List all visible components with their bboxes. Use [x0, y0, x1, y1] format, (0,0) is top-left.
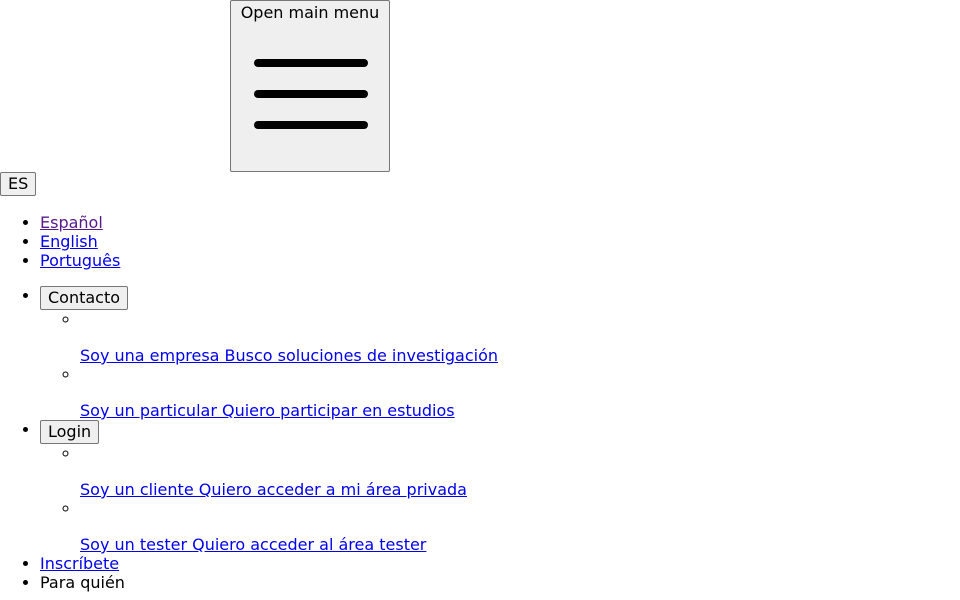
menu-button-label: Open main menu [240, 3, 380, 22]
language-link-espanol[interactable]: Español [40, 213, 103, 232]
company-link[interactable]: Soy una empresa Busco soluciones de inve… [80, 346, 498, 365]
language-item: English [40, 232, 120, 251]
individual-link[interactable]: Soy un particular Quiero participar en e… [80, 401, 455, 420]
main-nav: Contacto Soy una empresa Busco solucione… [0, 286, 960, 592]
language-link-portugues[interactable]: Português [40, 251, 120, 270]
language-button[interactable]: ES [0, 172, 37, 196]
language-list: Español English Português [0, 213, 120, 270]
nav-item-contact: Contacto Soy una empresa Busco solucione… [40, 286, 960, 420]
client-link[interactable]: Soy un cliente Quiero acceder a mi área … [80, 480, 467, 499]
language-link-english[interactable]: English [40, 232, 98, 251]
contact-submenu: Soy una empresa Busco soluciones de inve… [40, 310, 960, 420]
signup-link[interactable]: Inscríbete [40, 554, 119, 573]
language-item: Español [40, 213, 120, 232]
hamburger-icon [254, 59, 368, 129]
open-main-menu-button[interactable]: Open main menu [230, 0, 390, 172]
nav-item-para-quien: Para quién [40, 573, 960, 592]
submenu-item: Soy una empresa Busco soluciones de inve… [80, 310, 960, 365]
contact-button[interactable]: Contacto [40, 286, 129, 310]
para-quien-label[interactable]: Para quién [40, 573, 125, 592]
login-button[interactable]: Login [40, 420, 100, 444]
tester-link[interactable]: Soy un tester Quiero acceder al área tes… [80, 535, 426, 554]
submenu-item: Soy un tester Quiero acceder al área tes… [80, 499, 960, 554]
nav-item-signup: Inscríbete [40, 554, 960, 573]
submenu-item: Soy un cliente Quiero acceder a mi área … [80, 444, 960, 499]
login-submenu: Soy un cliente Quiero acceder a mi área … [40, 444, 960, 554]
page: Open main menu ES Español English Portug… [0, 0, 960, 600]
submenu-item: Soy un particular Quiero participar en e… [80, 365, 960, 420]
nav-item-login: Login Soy un cliente Quiero acceder a mi… [40, 420, 960, 554]
language-item: Português [40, 251, 120, 270]
